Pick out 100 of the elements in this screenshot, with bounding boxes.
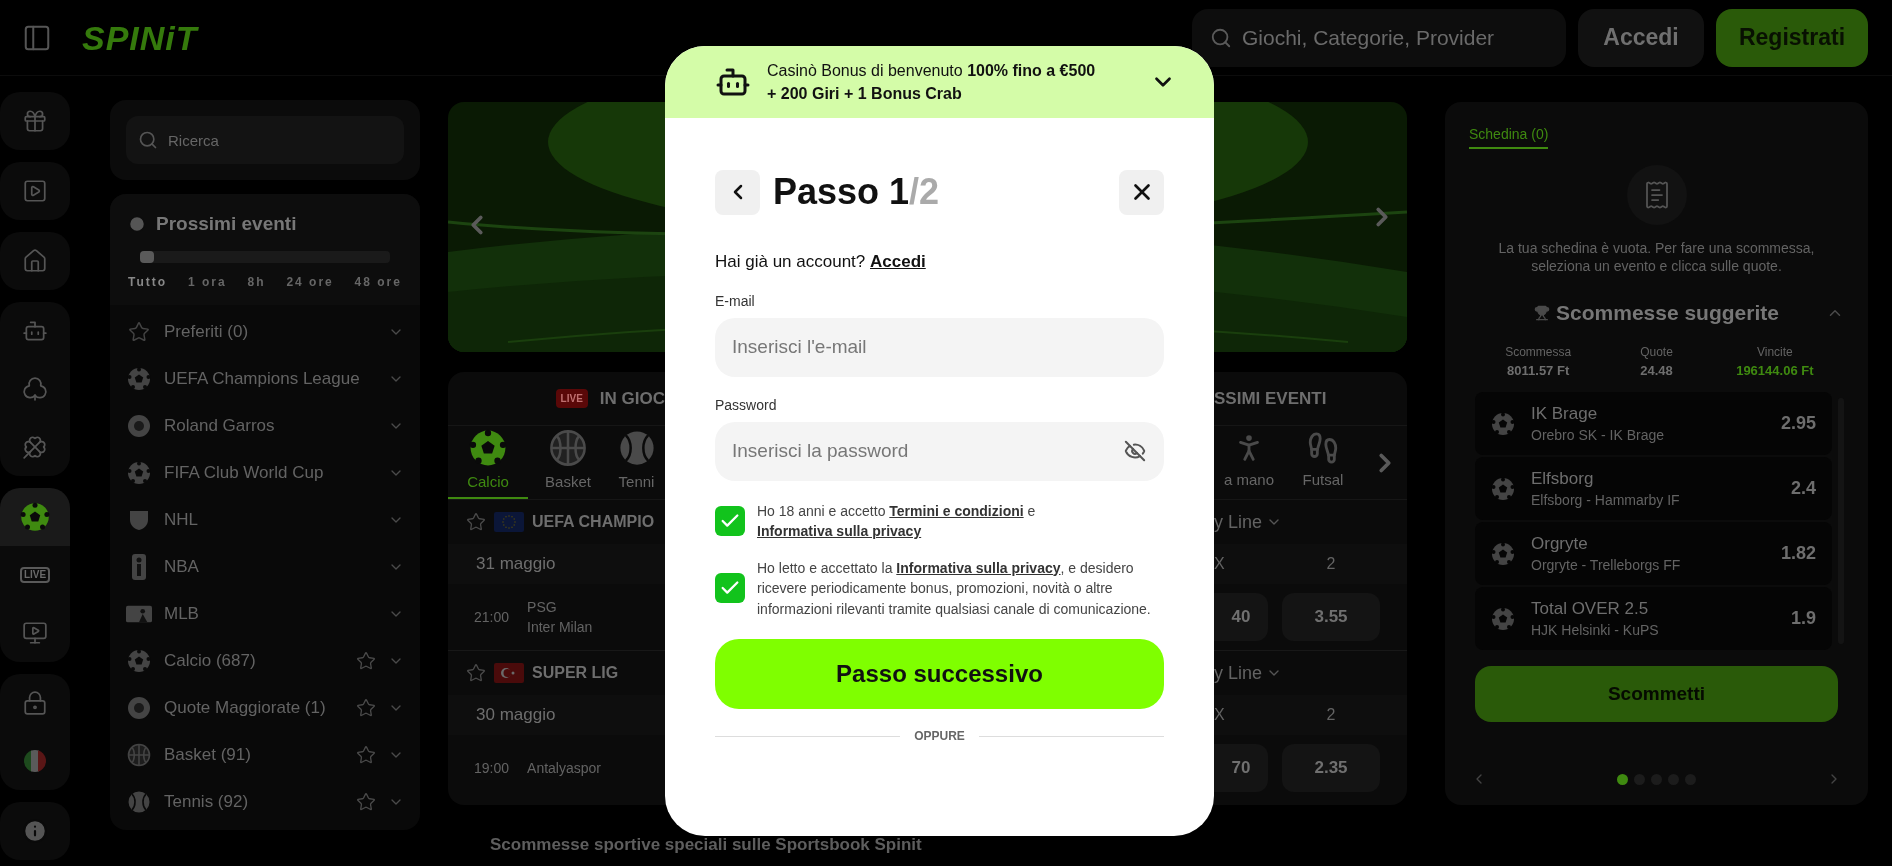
bet-odds: 2.95 [1780,412,1816,435]
sport-menu-item[interactable]: Calcio (687) [110,637,420,685]
soccer-ball-icon [1491,411,1515,436]
bet-pick: IK Brage [1531,402,1599,425]
menu-item-label: FIFA Club World Cup [164,462,325,485]
time-option[interactable]: 48 ore [354,272,402,291]
summary-value: 24.48 [1640,361,1673,380]
nav-item[interactable] [0,92,70,150]
menu-item-label: Quote Maggiorate (1) [164,697,327,720]
nav-item[interactable] [0,162,70,220]
sport-menu-item[interactable]: Basket (91) [110,731,420,779]
suggested-bet[interactable]: Elfsborg Elfsborg - Hammarby IF 2.4 [1475,457,1832,520]
nav-item[interactable] [0,418,70,476]
step-title: Passo 1/2 [773,170,940,214]
search-field[interactable]: Giochi, Categorie, Provider [1192,8,1566,67]
nav-item[interactable] [0,732,70,790]
consent-link[interactable]: Informativa sulla privacy [896,559,1061,576]
consent-link[interactable]: Termini e condizioni [889,502,1024,519]
suggested-bet[interactable]: IK Brage Orebro SK - IK Brage 2.95 [1475,392,1832,455]
suggested-bet[interactable]: Total OVER 2.5 HJK Helsinki - KuPS 1.9 [1475,587,1832,650]
favorite-star-icon[interactable] [466,512,486,532]
favorite-star-icon[interactable] [356,651,376,671]
team-name: Inter Milan [527,618,593,637]
sport-menu-item[interactable]: Preferiti (0) [110,308,420,356]
time-option[interactable]: 8h [247,272,266,291]
next-step-button[interactable]: Passo successivo [715,639,1164,709]
menu-item-label: NBA [164,556,200,579]
close-button[interactable] [1119,169,1164,215]
odds-button[interactable]: 3.55 [1282,593,1380,641]
betslip-tab[interactable]: Schedina (0) [1469,124,1549,149]
suggested-bet[interactable]: Orgryte Orgryte - Trelleborgs FF 1.82 [1475,522,1832,585]
nav-item[interactable] [0,232,70,290]
flag-icon [494,512,524,532]
search-field[interactable]: Ricerca [126,116,404,164]
section-title: SSIMI EVENTI [1214,387,1327,410]
trophy-icon [1534,304,1551,321]
nav-item[interactable] [0,488,70,546]
team-name: Antalyaspor [527,759,601,778]
favorite-star-icon[interactable] [356,745,376,765]
nav-item[interactable] [0,674,70,732]
password-field[interactable]: Inserisci la password [715,421,1164,481]
sport-menu-item[interactable]: MLB [110,590,420,638]
nav-item[interactable] [0,302,70,360]
logo[interactable]: SPINiT [82,20,198,55]
bet-pick: Total OVER 2.5 [1531,597,1650,620]
search-icon [138,130,158,150]
sport-tab[interactable]: a mano [1214,426,1284,499]
sport-menu-item[interactable]: NBA [110,543,420,591]
tennis-ball-icon [617,429,656,468]
place-bet-button[interactable]: Scommetti [1475,666,1838,722]
sport-menu-item[interactable]: Quote Maggiorate (1) [110,684,420,732]
consent-checkbox[interactable] [715,573,745,604]
summary-value: 8011.57 Ft [1507,361,1570,380]
favorite-star-icon[interactable] [356,698,376,718]
login-link[interactable]: Accedi [870,252,926,271]
sport-menu-item[interactable]: UEFA Champions League [110,355,420,403]
nav-item[interactable] [0,604,70,662]
bet-match: Elfsborg - Hammarby IF [1531,490,1681,510]
market-selector[interactable]: y Line [1214,659,1263,687]
sport-tab[interactable]: Basket [528,426,608,499]
login-button[interactable]: Accedi [1578,8,1704,67]
favorite-star-icon[interactable] [466,663,486,683]
nav-item[interactable] [0,802,70,860]
odds-button[interactable]: 2.35 [1282,744,1380,792]
sport-menu-item[interactable]: NHL [110,496,420,544]
menu-item-label: Preferiti (0) [164,321,250,344]
sport-menu-item[interactable]: FIFA Club World Cup [110,449,420,497]
favorite-star-icon[interactable] [356,792,376,812]
email-field[interactable]: Inserisci l'e-mail [715,317,1164,377]
login-prompt: Hai già un account? Accedi [715,251,927,273]
nav-item[interactable]: LIVE [0,546,70,604]
consent-checkbox[interactable] [715,506,745,536]
consent-text: Ho letto e accettato la Informativa sulla privacy, e desidero ricevere periodicamente bonus, promozioni, novità o altre informazioni rilevanti tramite qualsiasi canale di comunicazione. [757,558,1152,619]
back-button[interactable] [715,169,760,215]
odds-column-header: 2 [1325,554,1337,574]
time-slider[interactable] [140,250,390,263]
sport-tab[interactable]: Tenni [608,426,665,499]
time-option[interactable]: Tutto [128,272,168,291]
team-name: PSG [527,598,558,617]
sport-menu-item[interactable]: Roland Garros [110,402,420,450]
event-date: 30 maggio [476,704,556,727]
info-icon [22,818,48,844]
robot-icon [22,318,48,344]
odds-button[interactable]: 40 [1214,593,1268,641]
promo-banner[interactable]: Casinò Bonus di benvenuto 100% fino a €500 + 200 Giri + 1 Bonus Crab [665,46,1214,118]
odds-button[interactable]: 70 [1214,744,1268,792]
slider-thumb[interactable] [140,250,154,263]
bet-odds: 1.82 [1780,542,1816,565]
consent-link[interactable]: Informativa sulla privacy [757,523,922,539]
sport-tab[interactable]: Futsal [1284,426,1362,499]
sport-menu-item[interactable]: Tennis (92) [110,778,420,826]
time-option[interactable]: 1 ora [187,272,227,291]
sport-tab[interactable]: Calcio [448,426,528,499]
market-selector[interactable]: y Line [1214,508,1263,536]
promo-text: Casinò Bonus di benvenuto 100% fino a €500 + 200 Giri + 1 Bonus Crab [767,61,1097,104]
time-option[interactable]: 24 ore [286,272,334,291]
menu-item-label: MLB [164,603,200,626]
register-button[interactable]: Registrati [1716,8,1868,67]
badge-icon [127,696,151,720]
hide-password-icon[interactable] [1124,439,1146,462]
